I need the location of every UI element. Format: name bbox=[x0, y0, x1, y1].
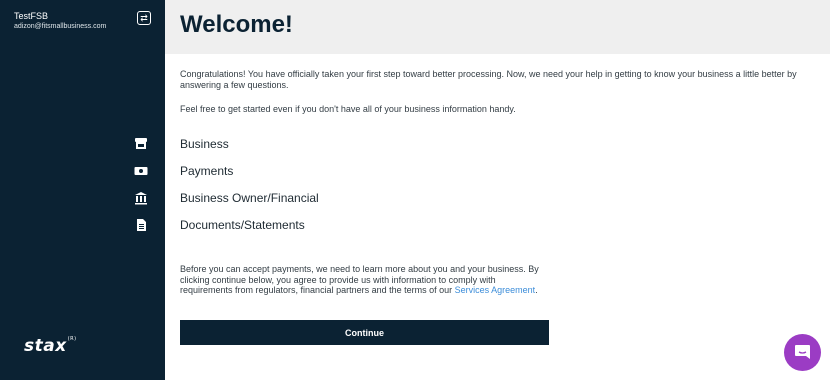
account-name: TestFSB bbox=[14, 11, 49, 21]
section-business[interactable]: Business bbox=[180, 137, 319, 164]
document-icon[interactable] bbox=[134, 218, 148, 232]
swap-icon[interactable]: ⇄ bbox=[137, 11, 151, 25]
cash-icon[interactable] bbox=[134, 164, 148, 178]
chat-icon bbox=[795, 345, 810, 359]
section-payments[interactable]: Payments bbox=[180, 164, 319, 191]
bank-icon[interactable] bbox=[134, 191, 148, 205]
onboarding-sections: Business Payments Business Owner/Financi… bbox=[180, 137, 319, 245]
services-agreement-link[interactable]: Services Agreement bbox=[455, 285, 536, 295]
chat-button[interactable] bbox=[784, 334, 821, 371]
sidebar: TestFSB adizon@fitsmallbusiness.com ⇄ st… bbox=[0, 0, 165, 380]
account-email: adizon@fitsmallbusiness.com bbox=[14, 23, 107, 30]
section-documents-statements[interactable]: Documents/Statements bbox=[180, 218, 319, 245]
page-header: Welcome! bbox=[165, 0, 830, 54]
legal-notice: Before you can accept payments, we need … bbox=[180, 264, 539, 295]
stax-logo: stax(R) bbox=[24, 336, 77, 356]
intro-text: Congratulations! You have officially tak… bbox=[180, 69, 810, 115]
intro-note: Feel free to get started even if you don… bbox=[180, 104, 516, 114]
intro-paragraph: Congratulations! You have officially tak… bbox=[180, 69, 797, 90]
registered-mark: (R) bbox=[67, 336, 77, 343]
account-info: TestFSB adizon@fitsmallbusiness.com bbox=[14, 11, 106, 31]
page-title: Welcome! bbox=[180, 11, 293, 38]
store-icon[interactable] bbox=[134, 137, 148, 151]
section-business-owner-financial[interactable]: Business Owner/Financial bbox=[180, 191, 319, 218]
continue-button[interactable]: Continue bbox=[180, 320, 549, 345]
